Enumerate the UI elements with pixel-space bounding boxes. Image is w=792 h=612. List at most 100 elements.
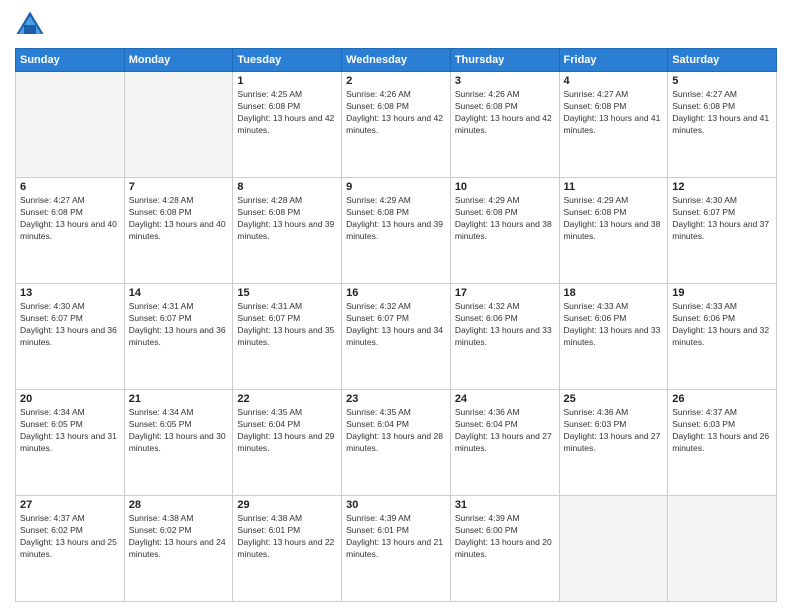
calendar-cell: 28 Sunrise: 4:38 AM Sunset: 6:02 PM Dayl… [124, 496, 233, 602]
calendar-cell: 31 Sunrise: 4:39 AM Sunset: 6:00 PM Dayl… [450, 496, 559, 602]
day-info: Sunrise: 4:30 AM Sunset: 6:07 PM Dayligh… [672, 195, 772, 243]
weekday-header-row: SundayMondayTuesdayWednesdayThursdayFrid… [16, 49, 777, 72]
calendar-cell: 7 Sunrise: 4:28 AM Sunset: 6:08 PM Dayli… [124, 178, 233, 284]
day-number: 23 [346, 393, 446, 405]
day-number: 8 [237, 181, 337, 193]
calendar-cell: 22 Sunrise: 4:35 AM Sunset: 6:04 PM Dayl… [233, 390, 342, 496]
day-number: 13 [20, 287, 120, 299]
day-info: Sunrise: 4:34 AM Sunset: 6:05 PM Dayligh… [20, 407, 120, 455]
day-info: Sunrise: 4:37 AM Sunset: 6:02 PM Dayligh… [20, 513, 120, 561]
day-number: 5 [672, 75, 772, 87]
calendar-cell: 15 Sunrise: 4:31 AM Sunset: 6:07 PM Dayl… [233, 284, 342, 390]
calendar-cell: 11 Sunrise: 4:29 AM Sunset: 6:08 PM Dayl… [559, 178, 668, 284]
day-number: 3 [455, 75, 555, 87]
day-info: Sunrise: 4:34 AM Sunset: 6:05 PM Dayligh… [129, 407, 229, 455]
day-info: Sunrise: 4:31 AM Sunset: 6:07 PM Dayligh… [129, 301, 229, 349]
day-number: 29 [237, 499, 337, 511]
calendar-cell: 5 Sunrise: 4:27 AM Sunset: 6:08 PM Dayli… [668, 72, 777, 178]
day-number: 24 [455, 393, 555, 405]
day-info: Sunrise: 4:29 AM Sunset: 6:08 PM Dayligh… [346, 195, 446, 243]
day-info: Sunrise: 4:27 AM Sunset: 6:08 PM Dayligh… [672, 89, 772, 137]
calendar-cell [16, 72, 125, 178]
weekday-header-thursday: Thursday [450, 49, 559, 72]
week-row-5: 27 Sunrise: 4:37 AM Sunset: 6:02 PM Dayl… [16, 496, 777, 602]
weekday-header-wednesday: Wednesday [342, 49, 451, 72]
day-number: 21 [129, 393, 229, 405]
calendar-cell: 26 Sunrise: 4:37 AM Sunset: 6:03 PM Dayl… [668, 390, 777, 496]
day-number: 18 [564, 287, 664, 299]
day-number: 6 [20, 181, 120, 193]
day-info: Sunrise: 4:32 AM Sunset: 6:07 PM Dayligh… [346, 301, 446, 349]
calendar-cell: 2 Sunrise: 4:26 AM Sunset: 6:08 PM Dayli… [342, 72, 451, 178]
day-info: Sunrise: 4:27 AM Sunset: 6:08 PM Dayligh… [564, 89, 664, 137]
day-number: 2 [346, 75, 446, 87]
logo-icon [15, 10, 45, 40]
calendar-cell: 20 Sunrise: 4:34 AM Sunset: 6:05 PM Dayl… [16, 390, 125, 496]
calendar-cell: 30 Sunrise: 4:39 AM Sunset: 6:01 PM Dayl… [342, 496, 451, 602]
calendar-cell: 6 Sunrise: 4:27 AM Sunset: 6:08 PM Dayli… [16, 178, 125, 284]
calendar-cell: 18 Sunrise: 4:33 AM Sunset: 6:06 PM Dayl… [559, 284, 668, 390]
calendar-cell: 8 Sunrise: 4:28 AM Sunset: 6:08 PM Dayli… [233, 178, 342, 284]
weekday-header-monday: Monday [124, 49, 233, 72]
calendar-cell: 24 Sunrise: 4:36 AM Sunset: 6:04 PM Dayl… [450, 390, 559, 496]
day-info: Sunrise: 4:33 AM Sunset: 6:06 PM Dayligh… [564, 301, 664, 349]
day-info: Sunrise: 4:32 AM Sunset: 6:06 PM Dayligh… [455, 301, 555, 349]
day-number: 26 [672, 393, 772, 405]
calendar-cell: 23 Sunrise: 4:35 AM Sunset: 6:04 PM Dayl… [342, 390, 451, 496]
calendar-cell [124, 72, 233, 178]
day-info: Sunrise: 4:28 AM Sunset: 6:08 PM Dayligh… [237, 195, 337, 243]
weekday-header-friday: Friday [559, 49, 668, 72]
logo [15, 10, 49, 40]
calendar-cell: 27 Sunrise: 4:37 AM Sunset: 6:02 PM Dayl… [16, 496, 125, 602]
week-row-2: 6 Sunrise: 4:27 AM Sunset: 6:08 PM Dayli… [16, 178, 777, 284]
page: SundayMondayTuesdayWednesdayThursdayFrid… [0, 0, 792, 612]
day-number: 20 [20, 393, 120, 405]
day-info: Sunrise: 4:37 AM Sunset: 6:03 PM Dayligh… [672, 407, 772, 455]
calendar-cell: 29 Sunrise: 4:38 AM Sunset: 6:01 PM Dayl… [233, 496, 342, 602]
calendar-cell: 3 Sunrise: 4:26 AM Sunset: 6:08 PM Dayli… [450, 72, 559, 178]
calendar-cell: 25 Sunrise: 4:36 AM Sunset: 6:03 PM Dayl… [559, 390, 668, 496]
calendar-cell [668, 496, 777, 602]
day-number: 16 [346, 287, 446, 299]
weekday-header-saturday: Saturday [668, 49, 777, 72]
day-info: Sunrise: 4:33 AM Sunset: 6:06 PM Dayligh… [672, 301, 772, 349]
calendar-cell: 10 Sunrise: 4:29 AM Sunset: 6:08 PM Dayl… [450, 178, 559, 284]
day-info: Sunrise: 4:36 AM Sunset: 6:04 PM Dayligh… [455, 407, 555, 455]
day-number: 4 [564, 75, 664, 87]
day-number: 28 [129, 499, 229, 511]
weekday-header-tuesday: Tuesday [233, 49, 342, 72]
day-info: Sunrise: 4:30 AM Sunset: 6:07 PM Dayligh… [20, 301, 120, 349]
day-number: 11 [564, 181, 664, 193]
day-info: Sunrise: 4:39 AM Sunset: 6:00 PM Dayligh… [455, 513, 555, 561]
day-info: Sunrise: 4:35 AM Sunset: 6:04 PM Dayligh… [237, 407, 337, 455]
week-row-3: 13 Sunrise: 4:30 AM Sunset: 6:07 PM Dayl… [16, 284, 777, 390]
day-number: 1 [237, 75, 337, 87]
day-number: 17 [455, 287, 555, 299]
day-info: Sunrise: 4:25 AM Sunset: 6:08 PM Dayligh… [237, 89, 337, 137]
day-info: Sunrise: 4:31 AM Sunset: 6:07 PM Dayligh… [237, 301, 337, 349]
day-info: Sunrise: 4:26 AM Sunset: 6:08 PM Dayligh… [346, 89, 446, 137]
day-info: Sunrise: 4:38 AM Sunset: 6:02 PM Dayligh… [129, 513, 229, 561]
day-number: 27 [20, 499, 120, 511]
day-info: Sunrise: 4:36 AM Sunset: 6:03 PM Dayligh… [564, 407, 664, 455]
week-row-4: 20 Sunrise: 4:34 AM Sunset: 6:05 PM Dayl… [16, 390, 777, 496]
calendar-cell: 13 Sunrise: 4:30 AM Sunset: 6:07 PM Dayl… [16, 284, 125, 390]
day-number: 31 [455, 499, 555, 511]
calendar-table: SundayMondayTuesdayWednesdayThursdayFrid… [15, 48, 777, 602]
day-number: 15 [237, 287, 337, 299]
calendar-cell: 4 Sunrise: 4:27 AM Sunset: 6:08 PM Dayli… [559, 72, 668, 178]
day-info: Sunrise: 4:39 AM Sunset: 6:01 PM Dayligh… [346, 513, 446, 561]
day-number: 7 [129, 181, 229, 193]
weekday-header-sunday: Sunday [16, 49, 125, 72]
day-number: 22 [237, 393, 337, 405]
calendar-cell: 12 Sunrise: 4:30 AM Sunset: 6:07 PM Dayl… [668, 178, 777, 284]
week-row-1: 1 Sunrise: 4:25 AM Sunset: 6:08 PM Dayli… [16, 72, 777, 178]
day-number: 19 [672, 287, 772, 299]
day-number: 30 [346, 499, 446, 511]
day-info: Sunrise: 4:28 AM Sunset: 6:08 PM Dayligh… [129, 195, 229, 243]
calendar-cell: 1 Sunrise: 4:25 AM Sunset: 6:08 PM Dayli… [233, 72, 342, 178]
calendar-cell: 21 Sunrise: 4:34 AM Sunset: 6:05 PM Dayl… [124, 390, 233, 496]
day-info: Sunrise: 4:29 AM Sunset: 6:08 PM Dayligh… [564, 195, 664, 243]
day-number: 12 [672, 181, 772, 193]
calendar-cell: 17 Sunrise: 4:32 AM Sunset: 6:06 PM Dayl… [450, 284, 559, 390]
